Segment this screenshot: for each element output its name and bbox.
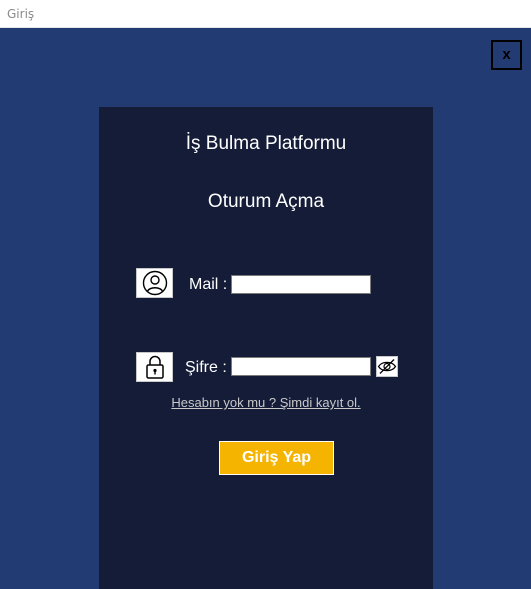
login-button[interactable]: Giriş Yap [219, 441, 334, 475]
login-panel: İş Bulma Platformu Oturum Açma Mail : Şi… [99, 107, 433, 589]
close-button[interactable]: x [491, 40, 522, 70]
mail-input[interactable] [231, 275, 371, 294]
mail-label: Mail : [189, 276, 228, 293]
platform-title: İş Bulma Platformu [185, 133, 347, 154]
password-label: Şifre : [185, 359, 227, 376]
eye-slash-icon[interactable] [376, 356, 398, 377]
window-title: Giriş [7, 7, 35, 21]
user-icon [136, 268, 173, 298]
form-title: Oturum Açma [207, 191, 325, 212]
lock-icon [136, 352, 173, 382]
password-input[interactable] [231, 357, 371, 376]
title-bar: Giriş [0, 0, 531, 28]
register-link[interactable]: Hesabın yok mu ? Şimdi kayıt ol. [99, 395, 433, 410]
